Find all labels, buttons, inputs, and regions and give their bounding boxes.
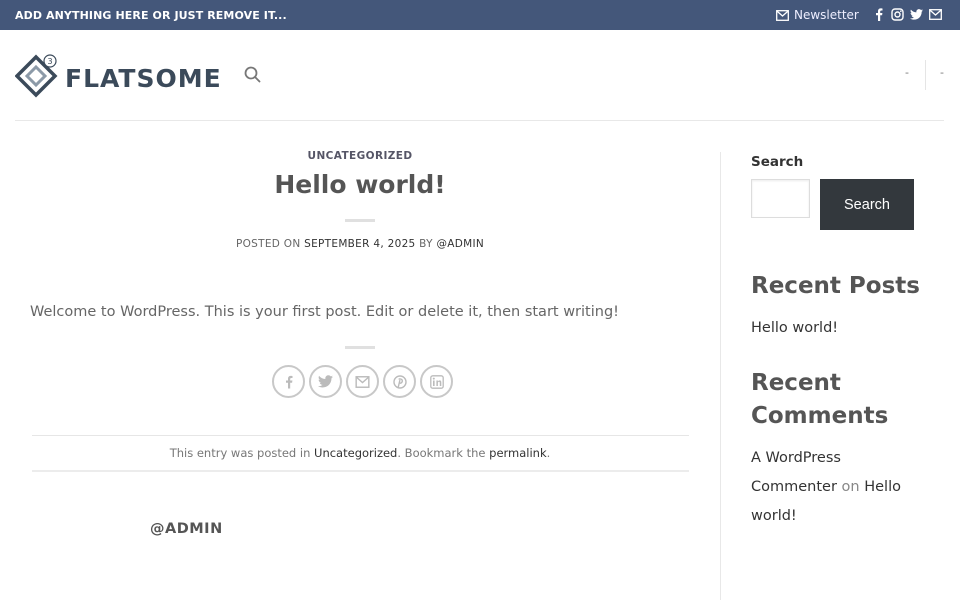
share-pinterest-icon[interactable] xyxy=(383,365,416,398)
entry-footer-prefix: This entry was posted in xyxy=(169,446,311,460)
title-divider xyxy=(345,219,375,222)
site-header: 3 FLATSOME - - xyxy=(0,30,960,121)
facebook-icon[interactable] xyxy=(872,8,885,21)
header-divider xyxy=(925,60,926,90)
envelope-icon xyxy=(776,9,789,21)
post-category[interactable]: UNCATEGORIZED xyxy=(0,150,720,162)
post-body: Welcome to WordPress. This is your first… xyxy=(30,304,619,320)
share-email-icon[interactable] xyxy=(346,365,379,398)
comment-on-label: on xyxy=(841,479,860,495)
flatsome-logo-icon: 3 xyxy=(14,54,59,102)
entry-footer-middle: . Bookmark the xyxy=(397,446,486,460)
header-divider-line xyxy=(15,120,944,121)
entry-footer: This entry was posted in Uncategorized. … xyxy=(0,446,720,460)
recent-posts-heading: Recent Posts xyxy=(751,273,920,299)
post-author-link[interactable]: @ADMIN xyxy=(436,238,484,250)
top-bar: ADD ANYTHING HERE OR JUST REMOVE IT... N… xyxy=(0,0,960,30)
instagram-icon[interactable] xyxy=(891,8,904,21)
post-meta: POSTED ON SEPTEMBER 4, 2025 BY @ADMIN xyxy=(0,238,720,250)
newsletter-label: Newsletter xyxy=(794,8,859,22)
recent-post-link[interactable]: Hello world! xyxy=(751,320,838,336)
share-linkedin-icon[interactable] xyxy=(420,365,453,398)
share-divider xyxy=(345,346,375,349)
share-twitter-icon[interactable] xyxy=(309,365,342,398)
email-icon[interactable] xyxy=(929,8,942,21)
twitter-icon[interactable] xyxy=(910,8,923,21)
comment-author-link[interactable]: A WordPress Commenter xyxy=(751,450,841,495)
post-title: Hello world! xyxy=(274,170,446,199)
entry-category-link[interactable]: Uncategorized xyxy=(314,446,397,460)
newsletter-link[interactable]: Newsletter xyxy=(776,8,859,22)
share-facebook-icon[interactable] xyxy=(272,365,305,398)
logo-badge: 3 xyxy=(47,57,52,66)
entry-footer-top-line xyxy=(32,435,689,436)
logo-text: FLATSOME xyxy=(65,63,222,93)
recent-comments-heading: Recent Comments xyxy=(751,370,889,429)
post-date-link[interactable]: SEPTEMBER 4, 2025 xyxy=(304,238,415,250)
entry-footer-bottom-line xyxy=(32,470,689,472)
sidebar-divider xyxy=(720,152,721,600)
social-icons xyxy=(872,8,942,21)
sidebar-search-label: Search xyxy=(751,154,804,170)
search-icon[interactable] xyxy=(244,66,261,87)
sidebar-search-input[interactable] xyxy=(751,179,810,218)
entry-footer-suffix: . xyxy=(546,446,551,460)
header-nav-item-1[interactable]: - xyxy=(905,66,909,79)
recent-comment-item: A WordPress Commenter on Hello world! xyxy=(751,444,931,531)
posted-on-label: POSTED ON xyxy=(235,238,301,250)
top-bar-message: ADD ANYTHING HERE OR JUST REMOVE IT... xyxy=(15,9,287,22)
by-label: BY xyxy=(419,238,433,250)
sidebar-search-button[interactable]: Search xyxy=(820,179,914,230)
site-logo[interactable]: 3 FLATSOME xyxy=(14,54,222,102)
share-icons xyxy=(272,365,453,398)
author-box-name: @ADMIN xyxy=(150,521,223,537)
permalink-link[interactable]: permalink xyxy=(489,446,547,460)
header-nav-item-2[interactable]: - xyxy=(940,66,944,79)
